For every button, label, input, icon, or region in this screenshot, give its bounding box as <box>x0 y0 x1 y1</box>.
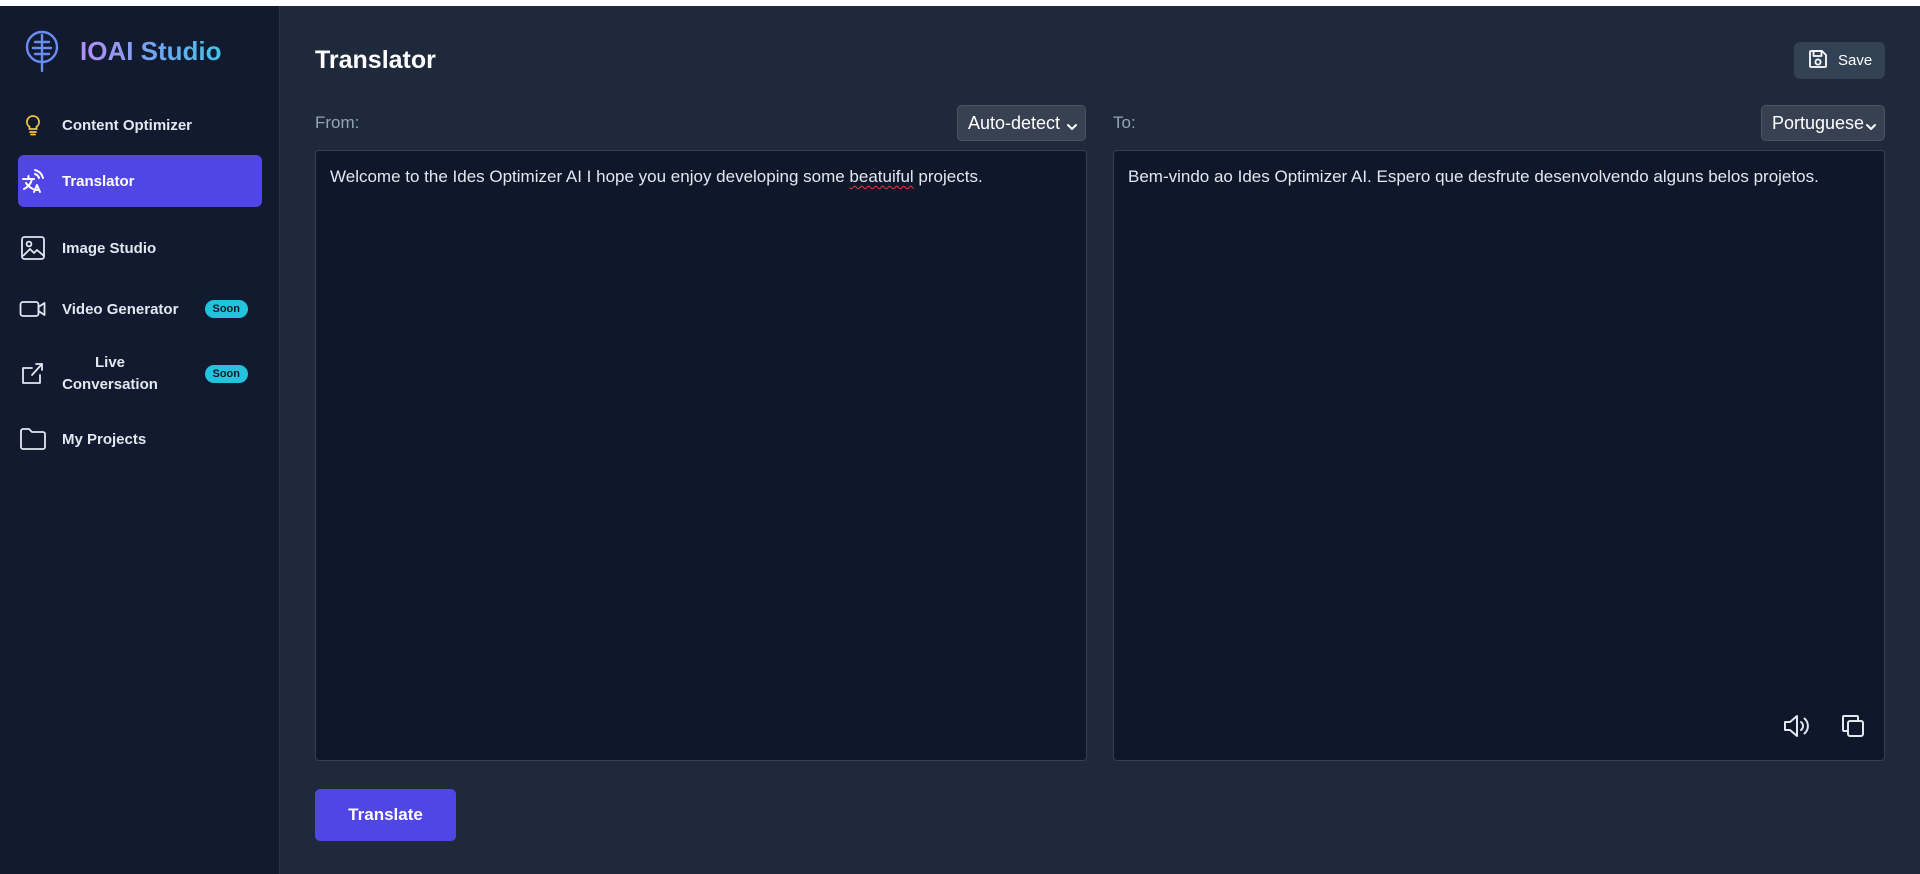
speaker-icon[interactable] <box>1781 710 1813 742</box>
save-icon <box>1808 49 1828 73</box>
soon-badge: Soon <box>204 300 248 318</box>
sidebar-item-label: Video Generator <box>62 300 179 318</box>
chevron-down-icon <box>1865 117 1877 138</box>
from-label: From: <box>315 113 360 132</box>
from-language-value: Auto-detect <box>968 112 1061 133</box>
share-external-icon <box>18 361 48 387</box>
brand-name: IOAI Studio <box>80 35 222 66</box>
source-text-input[interactable]: Welcome to the Ides Optimizer AI I hope … <box>315 150 1087 761</box>
sidebar-item-label: My Projects <box>62 430 147 448</box>
sidebar-item-image-studio[interactable]: Image Studio <box>18 226 262 270</box>
sidebar-item-video-generator[interactable]: Video Generator Soon <box>18 287 262 331</box>
chevron-down-icon <box>1066 117 1078 138</box>
copy-icon[interactable] <box>1837 710 1869 742</box>
sidebar-item-translator[interactable]: Translator <box>18 155 262 207</box>
to-language-select[interactable]: Portuguese <box>1761 105 1885 141</box>
translation-output[interactable]: Bem-vindo ao Ides Optimizer AI. Espero q… <box>1113 150 1885 761</box>
top-edge-bar <box>0 0 1920 6</box>
sidebar-item-label: Content Optimizer <box>62 116 192 134</box>
sidebar-item-my-projects[interactable]: My Projects <box>18 417 262 461</box>
sidebar: IOAI Studio Content Optimizer Translator… <box>0 6 280 874</box>
sidebar-item-live-conversation[interactable]: Live Conversation Soon <box>18 346 262 402</box>
sidebar-item-content-optimizer[interactable]: Content Optimizer <box>18 107 262 143</box>
source-text: Welcome to the Ides Optimizer AI I hope … <box>330 167 983 186</box>
video-camera-icon <box>18 299 48 319</box>
translate-button[interactable]: Translate <box>315 789 456 841</box>
folder-icon <box>18 427 48 451</box>
to-label: To: <box>1113 113 1136 132</box>
brand[interactable]: IOAI Studio <box>24 28 222 74</box>
output-text: Bem-vindo ao Ides Optimizer AI. Espero q… <box>1128 167 1819 186</box>
from-language-select[interactable]: Auto-detect <box>957 105 1086 141</box>
page-title: Translator <box>315 46 436 74</box>
sidebar-item-label: Live Conversation <box>62 354 158 393</box>
misspelled-word: beatuiful <box>849 167 914 186</box>
save-button[interactable]: Save <box>1794 42 1885 79</box>
soon-badge: Soon <box>204 365 248 383</box>
sidebar-item-label: Translator <box>62 172 135 190</box>
save-label: Save <box>1838 52 1873 69</box>
to-language-value: Portuguese <box>1772 112 1865 133</box>
tree-logo-icon <box>24 28 62 74</box>
sidebar-item-label: Image Studio <box>62 239 157 257</box>
image-icon <box>18 235 48 261</box>
lightbulb-icon <box>18 114 48 136</box>
translate-icon <box>18 168 48 194</box>
